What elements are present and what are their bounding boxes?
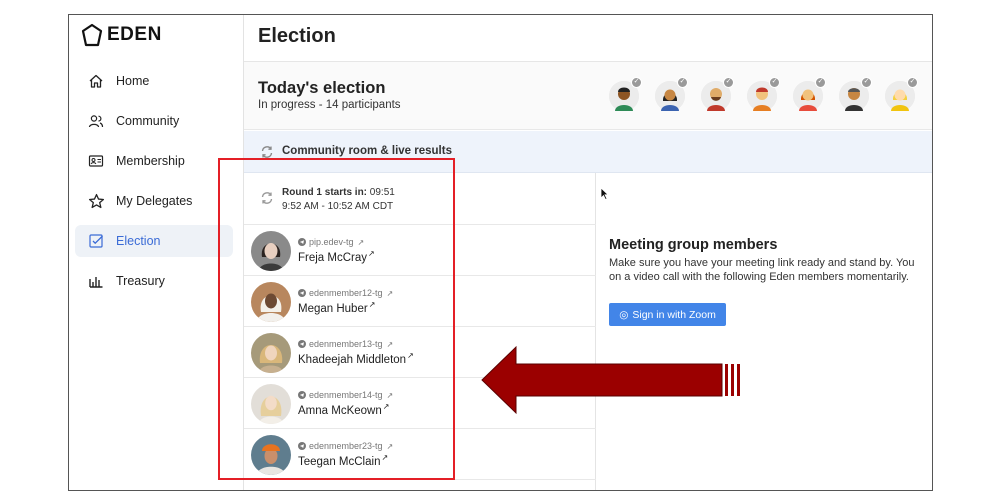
sign-in-with-zoom-button[interactable]: ◎ Sign in with Zoom <box>609 303 726 326</box>
sidebar-nav: Home Community Membership My Delegates E… <box>75 65 233 305</box>
external-link-icon: ↗ <box>382 402 390 411</box>
participant-avatar[interactable]: ✓ <box>609 77 642 111</box>
bar-chart-icon <box>87 272 105 290</box>
sidebar-item-label: My Delegates <box>116 194 193 208</box>
participant-avatar[interactable]: ✓ <box>747 77 780 111</box>
member-handle: edenmember12-tg ↗ <box>298 288 393 298</box>
round-info: Round 1 starts in: 09:51 9:52 AM - 10:52… <box>244 173 596 225</box>
meeting-group-panel: Meeting group members Make sure you have… <box>609 237 932 326</box>
external-link-icon: ↗ <box>386 339 394 349</box>
external-link-icon: ↗ <box>368 300 376 309</box>
member-handle: edenmember23-tg ↗ <box>298 441 393 451</box>
check-icon: ✓ <box>861 77 872 88</box>
todays-election-panel: Today's election In progress - 14 partic… <box>244 62 932 130</box>
member-avatar <box>251 333 291 373</box>
eden-logo-icon <box>81 23 103 47</box>
community-room-label: Community room & live results <box>282 145 452 157</box>
participant-avatars: ✓ ✓ ✓ ✓ ✓ ✓ ✓ <box>609 77 918 111</box>
member-row[interactable]: edenmember23-tg ↗ Teegan McClain↗ <box>244 429 596 480</box>
brand-name: EDEN <box>107 24 162 45</box>
external-link-icon: ↗ <box>386 441 394 451</box>
member-handle: edenmember14-tg ↗ <box>298 390 393 400</box>
check-icon: ✓ <box>815 77 826 88</box>
sidebar-item-election[interactable]: Election <box>75 225 233 257</box>
app-window: EDEN Home Community Membership My Delega… <box>68 14 933 491</box>
telegram-icon <box>298 340 306 348</box>
round-time-range: 9:52 AM - 10:52 AM CDT <box>282 201 394 212</box>
member-avatar <box>251 435 291 475</box>
id-card-icon <box>87 152 105 170</box>
participant-avatar[interactable]: ✓ <box>885 77 918 111</box>
home-icon <box>87 72 105 90</box>
check-icon: ✓ <box>769 77 780 88</box>
people-icon <box>87 112 105 130</box>
telegram-icon <box>298 442 306 450</box>
member-avatar <box>251 384 291 424</box>
main-content: Election Today's election In progress - … <box>244 15 932 490</box>
sidebar-item-label: Treasury <box>116 274 165 288</box>
round-countdown-label: Round 1 starts in: <box>282 187 370 198</box>
ballot-check-icon <box>87 232 105 250</box>
external-link-icon: ↗ <box>381 453 389 462</box>
external-link-icon: ↗ <box>386 288 394 298</box>
sidebar-item-community[interactable]: Community <box>75 105 233 137</box>
participant-avatar[interactable]: ✓ <box>793 77 826 111</box>
star-icon <box>87 192 105 210</box>
member-avatar <box>251 231 291 271</box>
external-link-icon: ↗ <box>368 249 375 258</box>
member-name-link[interactable]: Freja McCray↗ <box>298 249 375 264</box>
page-title: Election <box>258 25 336 47</box>
mouse-cursor-icon <box>600 187 610 205</box>
round-members-list: Round 1 starts in: 09:51 9:52 AM - 10:52… <box>244 173 596 490</box>
sidebar-item-my-delegates[interactable]: My Delegates <box>75 185 233 217</box>
sidebar-item-label: Community <box>116 114 180 128</box>
todays-election-title: Today's election <box>258 79 386 97</box>
meeting-group-title: Meeting group members <box>609 237 778 253</box>
member-name-link[interactable]: Megan Huber↗ <box>298 300 375 315</box>
member-row[interactable]: pip.edev-tg ↗ Freja McCray↗ <box>244 225 596 276</box>
external-link-icon: ↗ <box>357 237 365 247</box>
sidebar-item-treasury[interactable]: Treasury <box>75 265 233 297</box>
pointing-arrow-icon <box>481 345 740 415</box>
member-avatar <box>251 282 291 322</box>
telegram-icon <box>298 391 306 399</box>
refresh-icon <box>260 145 274 164</box>
sidebar-item-home[interactable]: Home <box>75 65 233 97</box>
meeting-group-description: Make sure you have your meeting link rea… <box>609 257 915 283</box>
participant-avatar[interactable]: ✓ <box>839 77 872 111</box>
member-handle: edenmember13-tg ↗ <box>298 339 393 349</box>
sidebar: EDEN Home Community Membership My Delega… <box>69 15 244 490</box>
check-icon: ✓ <box>907 77 918 88</box>
member-name-link[interactable]: Teegan McClain↗ <box>298 453 388 468</box>
community-room-bar[interactable]: Community room & live results <box>244 131 932 173</box>
refresh-icon <box>260 191 274 210</box>
todays-election-subtitle: In progress - 14 participants <box>258 99 401 111</box>
check-icon: ✓ <box>723 77 734 88</box>
member-name-link[interactable]: Khadeejah Middleton↗ <box>298 351 414 366</box>
telegram-icon <box>298 238 306 246</box>
member-handle: pip.edev-tg ↗ <box>298 237 364 247</box>
eden-logo[interactable]: EDEN <box>81 23 162 47</box>
telegram-icon <box>298 289 306 297</box>
sidebar-item-label: Membership <box>116 154 185 168</box>
zoom-icon: ◎ <box>619 308 629 321</box>
member-name-link[interactable]: Amna McKeown↗ <box>298 402 389 417</box>
external-link-icon: ↗ <box>386 390 394 400</box>
sidebar-item-label: Home <box>116 74 150 88</box>
participant-avatar[interactable]: ✓ <box>701 77 734 111</box>
round-timer: 09:51 <box>369 187 395 198</box>
check-icon: ✓ <box>631 77 642 88</box>
sidebar-item-label: Election <box>116 234 161 248</box>
participant-avatar[interactable]: ✓ <box>655 77 688 111</box>
round-countdown: Round 1 starts in: 09:51 <box>282 187 395 198</box>
external-link-icon: ↗ <box>407 351 414 360</box>
check-icon: ✓ <box>677 77 688 88</box>
sidebar-item-membership[interactable]: Membership <box>75 145 233 177</box>
member-row[interactable]: edenmember12-tg ↗ Megan Huber↗ <box>244 276 596 327</box>
